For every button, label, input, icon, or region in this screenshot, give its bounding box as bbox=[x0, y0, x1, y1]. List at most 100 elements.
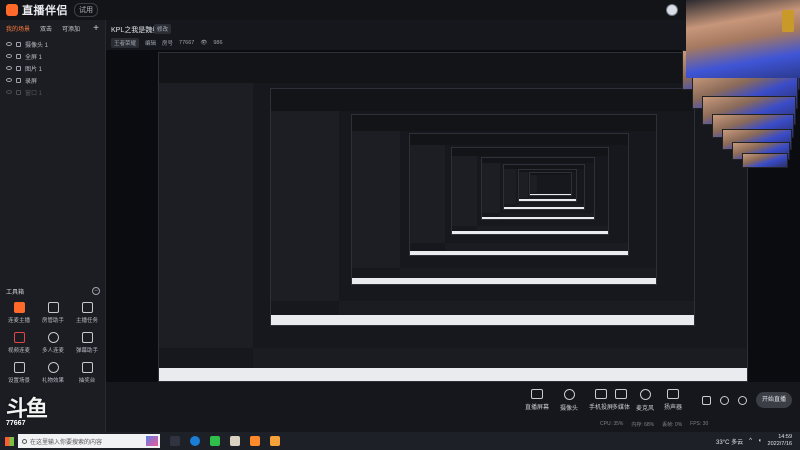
tool-item[interactable]: 视频连麦 bbox=[2, 332, 36, 354]
source-label: 录屏 bbox=[25, 78, 38, 85]
windows-logo-icon bbox=[4, 436, 14, 446]
tray-arrow-icon[interactable]: ^ bbox=[749, 438, 752, 444]
source-item[interactable]: 全屏 1 bbox=[0, 50, 105, 62]
game-app-icon[interactable] bbox=[270, 436, 280, 446]
nested-task bbox=[271, 315, 694, 325]
weather-widget[interactable]: 33°C 多云 bbox=[716, 437, 743, 446]
tool-item[interactable]: 弹幕助手 bbox=[70, 332, 104, 354]
nested-side bbox=[481, 163, 500, 214]
wechat-icon[interactable] bbox=[210, 436, 220, 446]
tool-item[interactable]: 抽奖台 bbox=[70, 362, 104, 384]
online-count: 986 bbox=[213, 40, 223, 46]
category-chip[interactable]: 王者荣耀 bbox=[111, 38, 140, 48]
watermark-room: 77667 bbox=[6, 420, 26, 427]
record-icon[interactable] bbox=[702, 396, 711, 405]
source-label: 摄像头 1 bbox=[25, 42, 49, 49]
user-admin-icon bbox=[47, 302, 59, 313]
control-camera[interactable]: 摄像头 bbox=[552, 389, 586, 412]
eye-icon[interactable] bbox=[6, 90, 12, 94]
lock-icon[interactable] bbox=[16, 89, 21, 95]
toolbox-title: 工具箱 bbox=[6, 289, 25, 296]
room-title[interactable]: KPL之我是魏维 bbox=[111, 25, 159, 35]
settings-gear-icon[interactable] bbox=[738, 396, 747, 405]
start-menu-button[interactable] bbox=[0, 432, 18, 450]
tab-double[interactable]: 双击 bbox=[40, 24, 52, 33]
lock-icon[interactable] bbox=[16, 41, 21, 47]
search-placeholder: 在这里输入你要搜索的内容 bbox=[30, 439, 103, 446]
edit-category-button[interactable]: 编辑 bbox=[145, 39, 156, 47]
tool-item[interactable]: 多人连麦 bbox=[36, 332, 70, 354]
nested-side bbox=[503, 168, 517, 205]
tool-item[interactable]: 礼物效果 bbox=[36, 362, 70, 384]
viewer-icon: 👁 bbox=[200, 40, 208, 46]
nested-ctrl bbox=[253, 348, 747, 368]
gift-icon bbox=[47, 362, 59, 373]
nested-side bbox=[409, 145, 445, 244]
control-label: 扬声器 bbox=[663, 405, 682, 411]
trophy-icon bbox=[782, 10, 794, 32]
tool-item[interactable]: 连麦主播 bbox=[2, 302, 36, 324]
nested-bar bbox=[351, 115, 656, 131]
speaker-icon bbox=[667, 389, 679, 399]
room-meta: 王者荣耀 编辑 房号 77667 👁 986 bbox=[111, 38, 223, 48]
eye-icon[interactable] bbox=[6, 54, 12, 58]
edge-browser-icon[interactable] bbox=[190, 436, 200, 446]
streaming-app-icon[interactable] bbox=[250, 436, 260, 446]
status-drop: 丢帧: 0% bbox=[662, 422, 683, 428]
lottery-icon bbox=[81, 362, 93, 373]
tool-label: 弹幕助手 bbox=[75, 348, 98, 354]
control-label: 麦克风 bbox=[635, 406, 654, 412]
source-item[interactable]: 图片 1 bbox=[0, 62, 105, 74]
taskbar-search[interactable]: 在这里输入你要搜索的内容 bbox=[18, 434, 160, 448]
nested-task bbox=[481, 216, 595, 220]
system-clock[interactable]: 14:59 2022/7/16 bbox=[768, 434, 792, 448]
lock-icon[interactable] bbox=[16, 53, 21, 59]
nested-ctrl bbox=[444, 243, 629, 251]
nested-bar bbox=[159, 53, 747, 83]
nested-bar bbox=[409, 134, 629, 146]
media-icon bbox=[615, 389, 627, 399]
start-live-button[interactable]: 开始直播 bbox=[756, 392, 792, 408]
tool-label: 礼物效果 bbox=[41, 378, 64, 384]
toolbox-header: 工具箱 − bbox=[0, 284, 106, 298]
source-item[interactable]: 摄像头 1 bbox=[0, 38, 105, 50]
user-avatar[interactable] bbox=[666, 4, 678, 16]
source-list: 摄像头 1 全屏 1 图片 1 录屏 窗口 1 bbox=[0, 38, 105, 98]
room-id: 77667 bbox=[179, 40, 195, 46]
tab-my-scenes[interactable]: 我的场景 bbox=[6, 24, 30, 33]
control-speaker[interactable]: 扬声器 bbox=[656, 389, 690, 411]
add-scene-button[interactable]: + bbox=[93, 23, 99, 34]
tab-addable[interactable]: 可添加 bbox=[62, 24, 80, 33]
source-item[interactable]: 录屏 bbox=[0, 74, 105, 86]
scene-icon bbox=[13, 362, 25, 373]
app-name: 直播伴侣 bbox=[22, 5, 68, 17]
volume-icon[interactable]: ◖ bbox=[758, 438, 762, 444]
lock-icon[interactable] bbox=[16, 77, 21, 83]
tool-item[interactable]: 房管助手 bbox=[36, 302, 70, 324]
eye-icon[interactable] bbox=[6, 78, 12, 82]
collapse-toolbox-button[interactable]: − bbox=[92, 287, 100, 295]
status-cpu: CPU: 35% bbox=[600, 421, 624, 427]
search-icon bbox=[22, 438, 27, 444]
source-item[interactable]: 窗口 1 bbox=[0, 86, 105, 98]
streaming-app: 直播伴侣 试用 我的场景 双击 可添加 + 摄像头 1 全屏 1 图片 1 录屏… bbox=[0, 0, 800, 432]
scene-sidebar: 我的场景 双击 可添加 + 摄像头 1 全屏 1 图片 1 录屏 窗口 1 工具… bbox=[0, 20, 106, 432]
tool-item[interactable]: 主播任务 bbox=[70, 302, 104, 324]
eye-icon[interactable] bbox=[6, 42, 12, 46]
nested-ctrl bbox=[338, 301, 694, 316]
control-screen[interactable]: 直播屏幕 bbox=[520, 389, 554, 411]
room-id-label: 房号 bbox=[162, 41, 174, 47]
lock-icon[interactable] bbox=[16, 65, 21, 71]
nested-side bbox=[530, 175, 537, 193]
file-icon[interactable] bbox=[230, 436, 240, 446]
task-view-icon[interactable] bbox=[170, 436, 180, 446]
eye-icon[interactable] bbox=[6, 66, 12, 70]
screen-icon bbox=[531, 389, 543, 399]
version-badge[interactable]: 试用 bbox=[74, 3, 98, 17]
system-tray: 33°C 多云 ^ ◖ 14:59 2022/7/16 bbox=[716, 434, 800, 448]
edit-title-button[interactable]: 修改 bbox=[154, 24, 172, 34]
tool-item[interactable]: 设置场景 bbox=[2, 362, 36, 384]
tool-label: 房管助手 bbox=[41, 318, 64, 324]
stream-preview[interactable] bbox=[106, 50, 800, 382]
effects-icon[interactable] bbox=[720, 396, 729, 405]
